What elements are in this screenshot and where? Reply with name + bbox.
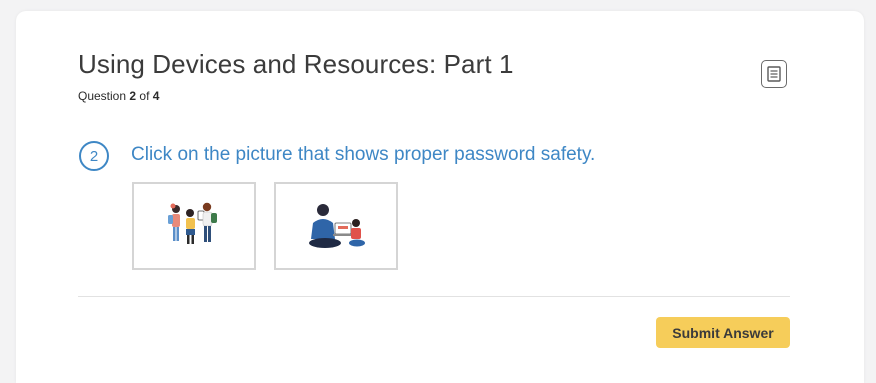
notes-icon [767,66,781,82]
submit-answer-button[interactable]: Submit Answer [656,317,790,348]
answer-choice-1[interactable] [132,182,256,270]
question-total: 4 [152,89,160,103]
question-prompt: Click on the picture that shows proper p… [131,144,596,165]
question-progress: Question 2 of 4 [78,89,159,103]
question-card: Using Devices and Resources: Part 1 Ques… [16,11,864,383]
adult-and-child-at-laptop-image [309,204,365,248]
footer-divider [78,296,790,297]
lesson-title: Using Devices and Resources: Part 1 [78,49,514,79]
question-progress-prefix: Question [78,89,130,103]
question-progress-of: of [136,89,153,103]
answer-choice-2[interactable] [274,182,398,270]
question-number-badge: 2 [79,141,109,171]
children-sharing-phone-image [168,202,217,244]
notes-button[interactable] [761,60,787,88]
